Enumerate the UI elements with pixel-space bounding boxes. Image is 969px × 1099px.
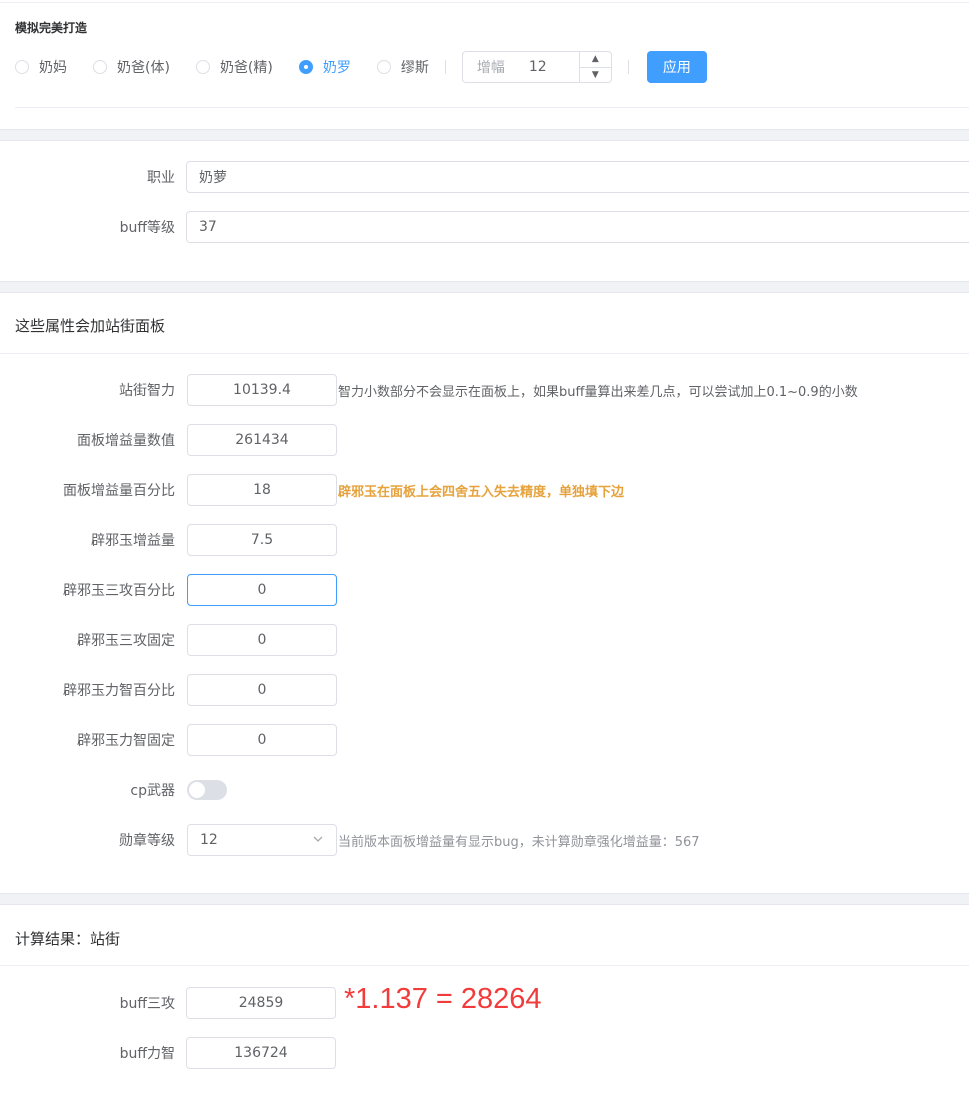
- radio-option-1[interactable]: 奶爸(体): [93, 57, 170, 77]
- job-row: 职业 奶萝: [0, 161, 969, 193]
- stat-label: 面板增益量数值: [77, 433, 175, 449]
- job-label: 职业: [147, 170, 175, 186]
- stat-row: 辟邪玉三攻固定 0: [0, 624, 969, 656]
- stat-label: 辟邪玉力智固定: [77, 733, 175, 749]
- buff-level-row: buff等级 37: [0, 211, 969, 243]
- stat-label: 辟邪玉力智百分比: [63, 683, 175, 699]
- stat-row: 面板增益量百分比 18 辟邪玉在面板上会四舍五入失去精度，单独填下边: [0, 474, 969, 506]
- cp-weapon-row: cp武器: [0, 774, 969, 806]
- panel-gain-percent-input[interactable]: 18: [187, 474, 337, 506]
- stat-label: 辟邪玉增益量: [91, 533, 175, 549]
- radio-option-3[interactable]: 奶罗: [298, 57, 351, 77]
- vertical-divider: [444, 60, 446, 74]
- divider: [0, 2, 969, 3]
- simulate-section: 模拟完美打造 奶妈 奶爸(体) 奶爸(精) 奶罗 缪斯 增幅 12 ▲ ▼ 应用: [0, 0, 969, 130]
- result-title: 计算结果：站街: [15, 930, 121, 948]
- stat-label: 辟邪玉三攻百分比: [63, 583, 175, 599]
- stat-row: 辟邪玉三攻百分比 0: [0, 574, 969, 606]
- intelligence-input[interactable]: 10139.4: [187, 374, 337, 406]
- stat-row: 面板增益量数值 261434: [0, 424, 969, 456]
- simulate-title: 模拟完美打造: [15, 21, 88, 35]
- section-gap: [0, 281, 969, 293]
- stat-row: 辟邪玉力智固定 0: [0, 724, 969, 756]
- chevron-down-icon: [313, 836, 323, 842]
- medal-level-select[interactable]: 12: [187, 824, 337, 856]
- result-atk-value[interactable]: 24859: [186, 987, 336, 1019]
- vertical-divider: [627, 60, 629, 74]
- divider: [15, 107, 969, 108]
- radio-label: 奶爸(精): [219, 60, 273, 76]
- apply-button[interactable]: 应用: [646, 51, 707, 83]
- job-input[interactable]: 奶萝: [186, 161, 969, 193]
- result-stat-row: buff力智 136724: [0, 1037, 969, 1069]
- radio-circle-icon: [93, 60, 107, 74]
- medal-label: 勋章等级: [119, 833, 175, 849]
- buff-level-input[interactable]: 37: [186, 211, 969, 243]
- panel-gain-input[interactable]: 261434: [187, 424, 337, 456]
- jade-atk-percent-input[interactable]: 0: [187, 574, 337, 606]
- jade-stat-percent-input[interactable]: 0: [187, 674, 337, 706]
- divider: [0, 353, 969, 354]
- result-atk-label: buff三攻: [119, 996, 175, 1012]
- precision-warning: 辟邪玉在面板上会四舍五入失去精度，单独填下边: [338, 484, 625, 500]
- amplify-value[interactable]: 12: [529, 59, 547, 75]
- stat-label: 面板增益量百分比: [63, 483, 175, 499]
- chevron-up-icon[interactable]: ▲: [579, 52, 611, 68]
- cp-weapon-label: cp武器: [130, 783, 175, 799]
- class-radio-group: 奶妈 奶爸(体) 奶爸(精) 奶罗 缪斯 增幅 12 ▲ ▼ 应用: [15, 51, 707, 83]
- jade-atk-fixed-input[interactable]: 0: [187, 624, 337, 656]
- radio-circle-icon: [195, 60, 210, 74]
- divider: [0, 965, 969, 966]
- result-atk-multiplier: *1.137 = 28264: [344, 983, 542, 1015]
- medal-hint: 当前版本面板增益量有显示bug，未计算勋章强化增益量：567: [338, 834, 700, 850]
- section-gap: [0, 893, 969, 905]
- radio-circle-icon: [376, 60, 391, 74]
- medal-level-value: 12: [200, 832, 218, 848]
- cp-weapon-switch[interactable]: [187, 780, 227, 800]
- stat-row: 辟邪玉力智百分比 0: [0, 674, 969, 706]
- radio-option-2[interactable]: 奶爸(精): [195, 57, 273, 77]
- radio-label: 奶罗: [322, 60, 351, 76]
- stats-title: 这些属性会加站街面板: [15, 317, 166, 335]
- stat-label: 辟邪玉三攻固定: [77, 633, 175, 649]
- radio-checked-icon: [298, 60, 313, 74]
- stat-row: 辟邪玉增益量 7.5: [0, 524, 969, 556]
- radio-option-0[interactable]: 奶妈: [15, 57, 67, 77]
- medal-row: 勋章等级 12 当前版本面板增益量有显示bug，未计算勋章强化增益量：567: [0, 824, 969, 856]
- amplify-prefix: 增幅: [476, 60, 505, 76]
- radio-label: 奶爸(体): [117, 60, 170, 76]
- jade-gain-input[interactable]: 7.5: [187, 524, 337, 556]
- radio-circle-icon: [15, 60, 29, 74]
- radio-label: 奶妈: [39, 60, 67, 76]
- result-stat-value[interactable]: 136724: [186, 1037, 336, 1069]
- stat-row: 站街智力 10139.4 智力小数部分不会显示在面板上，如果buff量算出来差几…: [0, 374, 969, 406]
- chevron-down-icon[interactable]: ▼: [580, 68, 611, 83]
- result-stat-label: buff力智: [119, 1046, 175, 1062]
- buff-level-label: buff等级: [119, 220, 175, 236]
- radio-option-4[interactable]: 缪斯: [376, 57, 429, 77]
- stat-label: 站街智力: [119, 383, 175, 399]
- stepper-controls: ▲ ▼: [578, 52, 611, 83]
- radio-label: 缪斯: [400, 60, 429, 76]
- amplify-stepper[interactable]: 增幅 12 ▲ ▼: [461, 51, 612, 83]
- section-gap: [0, 129, 969, 141]
- intelligence-hint: 智力小数部分不会显示在面板上，如果buff量算出来差几点，可以尝试加上0.1~0…: [338, 384, 858, 400]
- jade-stat-fixed-input[interactable]: 0: [187, 724, 337, 756]
